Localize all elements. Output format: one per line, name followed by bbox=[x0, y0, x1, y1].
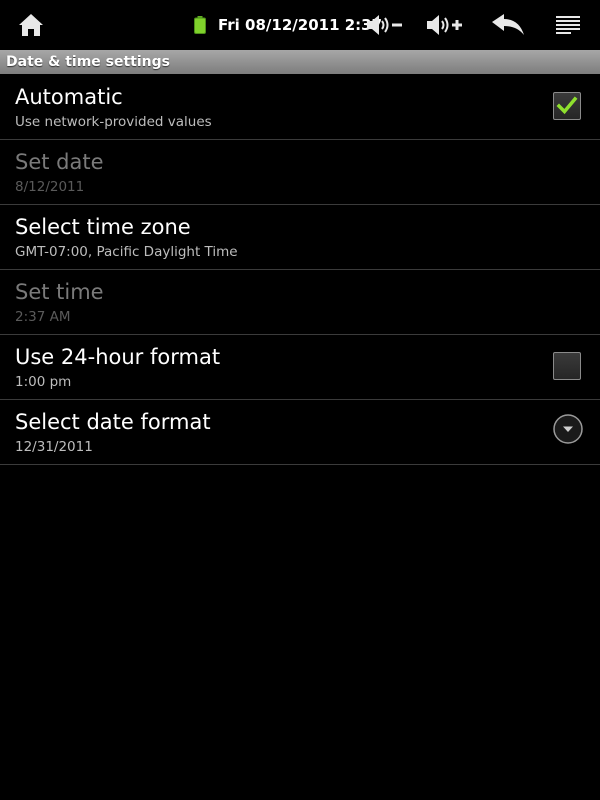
status-bar: Fri 08/12/2011 2:37 bbox=[0, 0, 600, 50]
setting-24-hour-format[interactable]: Use 24-hour format 1:00 pm bbox=[0, 335, 600, 400]
screen-title: Date & time settings bbox=[6, 54, 170, 70]
setting-title: Set date bbox=[15, 150, 104, 174]
setting-select-date-format[interactable]: Select date format 12/31/2011 bbox=[0, 400, 600, 465]
volume-up-icon[interactable] bbox=[424, 0, 464, 50]
setting-title: Select time zone bbox=[15, 215, 191, 239]
battery-icon bbox=[192, 0, 208, 50]
check-icon bbox=[556, 96, 578, 115]
setting-title: Automatic bbox=[15, 85, 123, 109]
setting-select-time-zone[interactable]: Select time zone GMT-07:00, Pacific Dayl… bbox=[0, 205, 600, 270]
setting-title: Use 24-hour format bbox=[15, 345, 221, 369]
setting-automatic[interactable]: Automatic Use network-provided values bbox=[0, 75, 600, 140]
dropdown-arrow-icon[interactable] bbox=[553, 414, 583, 444]
setting-title: Set time bbox=[15, 280, 104, 304]
menu-icon[interactable] bbox=[552, 0, 584, 50]
24-hour-checkbox[interactable] bbox=[553, 352, 581, 380]
setting-summary: 1:00 pm bbox=[15, 374, 72, 390]
volume-down-icon[interactable] bbox=[364, 0, 404, 50]
setting-summary: Use network-provided values bbox=[15, 114, 212, 130]
setting-set-date: Set date 8/12/2011 bbox=[0, 140, 600, 205]
screen-title-bar: Date & time settings bbox=[0, 50, 600, 74]
home-icon[interactable] bbox=[14, 0, 48, 50]
setting-summary: 8/12/2011 bbox=[15, 179, 85, 195]
setting-summary: 12/31/2011 bbox=[15, 439, 93, 455]
setting-set-time: Set time 2:37 AM bbox=[0, 270, 600, 335]
setting-summary: 2:37 AM bbox=[15, 309, 71, 325]
setting-summary: GMT-07:00, Pacific Daylight Time bbox=[15, 244, 238, 260]
setting-title: Select date format bbox=[15, 410, 211, 434]
settings-list: Automatic Use network-provided values Se… bbox=[0, 75, 600, 465]
back-icon[interactable] bbox=[488, 0, 528, 50]
automatic-checkbox[interactable] bbox=[553, 92, 581, 120]
status-clock: Fri 08/12/2011 2:37 bbox=[218, 16, 383, 34]
